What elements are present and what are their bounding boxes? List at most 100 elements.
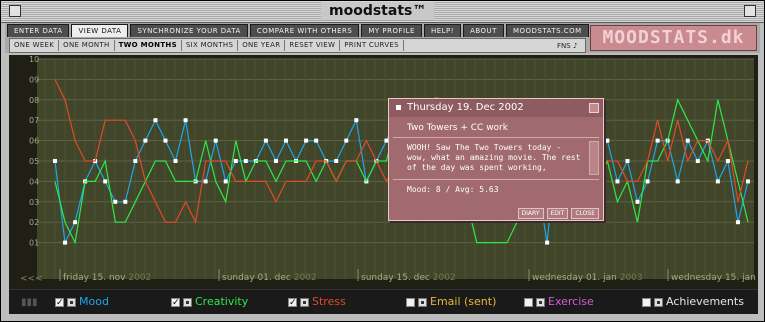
mood-point bbox=[695, 159, 700, 163]
checkbox-unchecked-icon[interactable] bbox=[406, 297, 415, 307]
mood-point bbox=[675, 179, 680, 184]
legend-creativity[interactable]: ✓ Creativity bbox=[171, 295, 248, 309]
diary-button[interactable]: DIARY bbox=[517, 208, 544, 219]
mood-point bbox=[183, 118, 188, 123]
mood-point bbox=[223, 179, 228, 184]
x-tick-day: friday 15. nov bbox=[63, 273, 128, 283]
legend-label: Stress bbox=[312, 295, 346, 308]
mood-point bbox=[284, 138, 288, 143]
mood-point bbox=[625, 159, 630, 163]
legend-label: Email (sent) bbox=[430, 295, 497, 308]
mood-point bbox=[53, 159, 57, 163]
zoom-box-icon[interactable] bbox=[744, 5, 756, 17]
mood-point bbox=[63, 240, 68, 245]
tab-my-profile[interactable]: MY PROFILE bbox=[361, 24, 422, 37]
mood-point bbox=[133, 159, 138, 163]
legend-stress[interactable]: ✓ Stress bbox=[288, 295, 346, 309]
mood-point bbox=[685, 138, 690, 143]
y-tick-label: 04 bbox=[29, 177, 39, 186]
mood-point bbox=[103, 179, 108, 184]
mood-point bbox=[344, 138, 349, 143]
range-one-week[interactable]: ONE WEEK bbox=[10, 40, 60, 51]
view-range-bar: ONE WEEK ONE MONTH TWO MONTHS SIX MONTHS… bbox=[9, 38, 586, 53]
checkbox-checked-icon[interactable]: ✓ bbox=[288, 297, 297, 307]
mood-point bbox=[203, 179, 208, 184]
range-one-month[interactable]: ONE MONTH bbox=[59, 40, 115, 51]
tab-enter-data[interactable]: ENTER DATA bbox=[7, 24, 70, 37]
mood-point bbox=[263, 138, 268, 143]
x-tick-label: wednesday 01. jan 2003 bbox=[532, 273, 643, 283]
close-button[interactable]: CLOSE bbox=[571, 208, 599, 219]
popup-menu-icon[interactable] bbox=[589, 103, 599, 113]
mood-chart[interactable]: 01020304050607080910friday 15. nov 2002 s… bbox=[9, 55, 758, 289]
popup-buttons: DIARY EDIT CLOSE bbox=[517, 208, 599, 219]
x-tick-year: 2002 bbox=[128, 273, 151, 283]
legend-bar: ▮▮▮ ✓ Mood ✓ Creativity ✓ Stress Email (… bbox=[9, 289, 758, 314]
range-one-year[interactable]: ONE YEAR bbox=[238, 40, 286, 51]
mood-point bbox=[243, 159, 248, 163]
title-bar[interactable]: moodstats™ bbox=[1, 1, 764, 23]
legend-exercise[interactable]: Exercise bbox=[524, 295, 594, 309]
tab-moodstats-com[interactable]: MOODSTATS.COM bbox=[505, 24, 589, 37]
speaker-icon[interactable]: ♪ bbox=[573, 42, 577, 50]
y-tick-label: 08 bbox=[29, 96, 39, 105]
mood-point bbox=[143, 138, 148, 143]
mood-point bbox=[615, 179, 620, 184]
popup-mood-line: Mood: 8 / Avg: 5.63 bbox=[407, 185, 499, 194]
x-tick-label: friday 15. nov 2002 bbox=[63, 273, 151, 283]
legend-achievements[interactable]: Achievements bbox=[642, 295, 744, 309]
fns-toggle[interactable]: FNS ♪ bbox=[557, 42, 577, 50]
legend-email[interactable]: Email (sent) bbox=[406, 295, 496, 309]
mood-point bbox=[635, 199, 640, 204]
bars-icon: ▮▮▮ bbox=[21, 297, 38, 308]
reset-view-button[interactable]: RESET VIEW bbox=[285, 40, 341, 51]
mood-point bbox=[655, 138, 660, 143]
range-two-months[interactable]: TWO MONTHS bbox=[115, 40, 182, 51]
mood-point bbox=[153, 118, 158, 123]
popup-scrollbar[interactable] bbox=[589, 141, 599, 175]
tab-help[interactable]: HELP! bbox=[423, 24, 462, 37]
legend-mood[interactable]: ✓ Mood bbox=[55, 295, 109, 309]
y-tick-label: 10 bbox=[29, 55, 39, 64]
mood-point bbox=[715, 179, 720, 184]
email-swatch-icon bbox=[418, 297, 427, 307]
print-curves-button[interactable]: PRINT CURVES bbox=[340, 40, 404, 51]
range-six-months[interactable]: SIX MONTHS bbox=[182, 40, 239, 51]
edit-button[interactable]: EDIT bbox=[546, 208, 569, 219]
mood-point bbox=[605, 138, 610, 143]
x-tick-day: sunday 01. dec bbox=[222, 273, 294, 283]
mood-point bbox=[645, 179, 650, 184]
x-tick-label: wednesday 15. jan 2003 bbox=[671, 273, 758, 283]
checkbox-unchecked-icon[interactable] bbox=[524, 297, 533, 307]
tab-about[interactable]: ABOUT bbox=[463, 24, 504, 37]
mood-point bbox=[213, 138, 218, 143]
app-window: moodstats™ ENTER DATA VIEW DATA SYNCHRON… bbox=[0, 0, 765, 322]
creativity-swatch-icon bbox=[183, 297, 192, 307]
popup-entry-title: Two Towers + CC work bbox=[407, 123, 508, 133]
mood-point bbox=[735, 220, 740, 225]
tab-view-data[interactable]: VIEW DATA bbox=[71, 24, 129, 37]
y-tick-label: 01 bbox=[29, 239, 39, 248]
tab-synchronize[interactable]: SYNCHRONIZE YOUR DATA bbox=[130, 24, 248, 37]
checkbox-checked-icon[interactable]: ✓ bbox=[55, 297, 64, 307]
popup-header[interactable]: Thursday 19. Dec 2002 bbox=[389, 99, 603, 117]
legend-label: Mood bbox=[79, 295, 109, 308]
moodstats-logo: MOODSTATS.dk bbox=[590, 25, 757, 51]
checkbox-checked-icon[interactable]: ✓ bbox=[171, 297, 180, 307]
popup-date: Thursday 19. Dec 2002 bbox=[407, 102, 524, 113]
mood-point bbox=[123, 199, 128, 204]
divider bbox=[393, 179, 599, 180]
x-tick-day: wednesday 15. jan bbox=[671, 273, 758, 283]
x-tick-day: wednesday 01. jan bbox=[532, 273, 620, 283]
mood-point bbox=[273, 159, 278, 163]
mood-swatch-icon bbox=[67, 297, 76, 307]
y-tick-label: 03 bbox=[29, 198, 39, 207]
x-tick-year: 2003 bbox=[620, 273, 643, 283]
y-tick-label: 06 bbox=[29, 137, 39, 146]
legend-label: Exercise bbox=[548, 295, 594, 308]
tab-compare[interactable]: COMPARE WITH OTHERS bbox=[249, 24, 360, 37]
close-box-icon[interactable] bbox=[9, 5, 21, 17]
mood-point bbox=[334, 159, 339, 163]
checkbox-unchecked-icon[interactable] bbox=[642, 297, 651, 307]
scroll-back-arrows[interactable]: <<< bbox=[20, 274, 43, 284]
